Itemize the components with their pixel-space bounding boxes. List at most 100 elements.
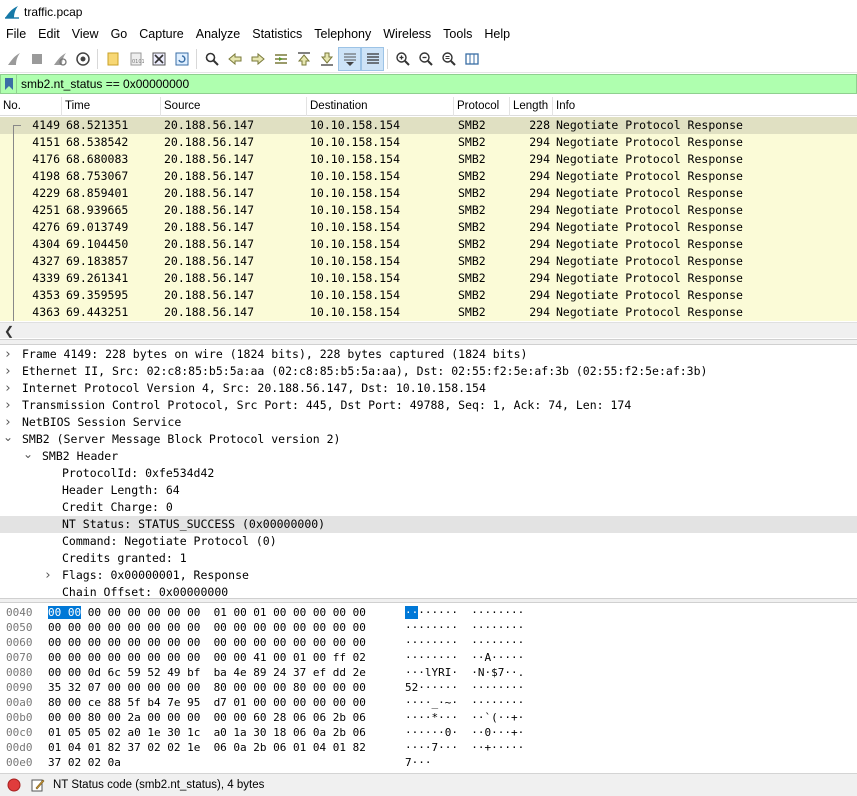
detail-tree-item[interactable]: › Frame 4149: 228 bytes on wire (1824 bit… [0, 346, 857, 363]
packet-row[interactable]: 4276 69.013749 20.188.56.147 10.10.158.154 S… [0, 219, 857, 236]
open-file-button[interactable] [101, 47, 124, 71]
packet-row[interactable]: 4176 68.680083 20.188.56.147 10.10.158.154 S… [0, 151, 857, 168]
display-filter-input[interactable]: smb2.nt_status == 0x00000000 [17, 77, 189, 91]
packet-row[interactable]: 4327 69.183857 20.188.56.147 10.10.158.154 S… [0, 253, 857, 270]
menu-statistics[interactable]: Statistics [246, 24, 308, 45]
column-header-length[interactable]: Length [510, 97, 553, 116]
detail-tree-item[interactable]: ⌄ SMB2 (Server Message Block Protocol ver… [0, 431, 857, 448]
chevron-right-icon[interactable]: › [2, 380, 14, 397]
chevron-down-icon[interactable]: ⌄ [2, 431, 14, 443]
go-back-button[interactable] [223, 47, 246, 71]
packet-row[interactable]: 4304 69.104450 20.188.56.147 10.10.158.154 S… [0, 236, 857, 253]
chevron-right-icon[interactable]: › [2, 346, 14, 363]
packet-row[interactable]: 4353 69.359595 20.188.56.147 10.10.158.154 S… [0, 287, 857, 304]
detail-tree-item[interactable]: › Ethernet II, Src: 02:c8:85:b5:5a:aa (02… [0, 363, 857, 380]
detail-tree-item[interactable]: › Internet Protocol Version 4, Src: 20.18… [0, 380, 857, 397]
packet-length: 294 [529, 237, 550, 251]
detail-tree-item[interactable]: Header Length: 64 [0, 482, 857, 499]
detail-tree-item[interactable]: NT Status: STATUS_SUCCESS (0x00000000) [0, 516, 857, 533]
detail-tree-item[interactable]: Credits granted: 1 [0, 550, 857, 567]
bytes-row[interactable]: 0060 00 00 00 00 00 00 00 00 00 00 00 00 … [0, 635, 857, 650]
detail-tree-item[interactable]: › Flags: 0x00000001, Response [0, 567, 857, 584]
restart-capture-button[interactable] [48, 47, 71, 71]
status-text: NT Status code (smb2.nt_status), 4 bytes [53, 779, 265, 791]
capture-comment-icon[interactable] [31, 778, 45, 792]
bytes-row[interactable]: 00b0 00 00 80 00 2a 00 00 00 00 00 60 28 … [0, 710, 857, 725]
start-capture-button[interactable] [2, 47, 25, 71]
detail-tree-item[interactable]: Command: Negotiate Protocol (0) [0, 533, 857, 550]
detail-tree-item[interactable]: ⌄ SMB2 Header [0, 448, 857, 465]
menu-analyze[interactable]: Analyze [190, 24, 246, 45]
bytes-row[interactable]: 00a0 80 00 ce 88 5f b4 7e 95 d7 01 00 00 … [0, 695, 857, 710]
menu-edit[interactable]: Edit [32, 24, 66, 45]
bytes-row[interactable]: 00d0 01 04 01 82 37 02 02 1e 06 0a 2b 06 … [0, 740, 857, 755]
packet-info: Negotiate Protocol Response [556, 118, 743, 132]
scroll-left-icon[interactable]: ❮ [4, 324, 14, 338]
detail-tree-item[interactable]: › Transmission Control Protocol, Src Port… [0, 397, 857, 414]
resize-columns-button[interactable] [460, 47, 483, 71]
packet-list-hscrollbar[interactable]: ❮ [0, 322, 857, 338]
menu-capture[interactable]: Capture [133, 24, 189, 45]
first-packet-button[interactable] [292, 47, 315, 71]
bytes-row[interactable]: 0080 00 00 0d 6c 59 52 49 bf ba 4e 89 24 … [0, 665, 857, 680]
detail-tree-item[interactable]: Chain Offset: 0x00000000 [0, 584, 857, 598]
bytes-row[interactable]: 0040 00 00 00 00 00 00 00 00 01 00 01 00 … [0, 605, 857, 620]
packet-row[interactable]: 4363 69.443251 20.188.56.147 10.10.158.154 S… [0, 304, 857, 321]
zoom-in-button[interactable] [391, 47, 414, 71]
detail-tree-item[interactable]: › NetBIOS Session Service [0, 414, 857, 431]
column-header-destination[interactable]: Destination [307, 97, 454, 116]
packet-row[interactable]: 4198 68.753067 20.188.56.147 10.10.158.154 S… [0, 168, 857, 185]
bytes-row[interactable]: 0050 00 00 00 00 00 00 00 00 00 00 00 00 … [0, 620, 857, 635]
menu-file[interactable]: File [0, 24, 32, 45]
detail-text: Credits granted: 1 [62, 551, 187, 565]
last-packet-button[interactable] [315, 47, 338, 71]
packet-row[interactable]: 4149 68.521351 20.188.56.147 10.10.158.154 S… [0, 117, 857, 134]
menu-help[interactable]: Help [478, 24, 516, 45]
column-header-protocol[interactable]: Protocol [454, 97, 510, 116]
packet-row[interactable]: 4339 69.261341 20.188.56.147 10.10.158.154 S… [0, 270, 857, 287]
menu-view[interactable]: View [66, 24, 105, 45]
menu-telephony[interactable]: Telephony [308, 24, 377, 45]
bytes-offset: 00a0 [6, 696, 33, 709]
column-header-no[interactable]: No. [0, 97, 62, 116]
close-file-button[interactable] [147, 47, 170, 71]
packet-time: 68.521351 [66, 118, 129, 132]
reload-file-button[interactable] [170, 47, 193, 71]
menu-wireless[interactable]: Wireless [377, 24, 437, 45]
column-header-source[interactable]: Source [161, 97, 307, 116]
autoscroll-button[interactable] [338, 46, 361, 71]
capture-options-button[interactable] [71, 47, 94, 71]
bytes-hex-values: 00 00 00 00 00 00 00 00 00 00 41 00 01 0… [48, 651, 366, 664]
packet-info: Negotiate Protocol Response [556, 169, 743, 183]
main-toolbar: 0101 [0, 45, 857, 73]
save-file-button[interactable]: 0101 [124, 47, 147, 71]
chevron-right-icon[interactable]: › [2, 414, 14, 431]
bytes-row[interactable]: 0090 35 32 07 00 00 00 00 00 80 00 00 00 … [0, 680, 857, 695]
normal-size-button[interactable] [437, 47, 460, 71]
detail-tree-item[interactable]: Credit Charge: 0 [0, 499, 857, 516]
packet-row[interactable]: 4251 68.939665 20.188.56.147 10.10.158.154 S… [0, 202, 857, 219]
expert-info-red-icon[interactable] [7, 778, 21, 792]
chevron-down-icon[interactable]: ⌄ [22, 448, 34, 460]
stop-capture-button[interactable] [25, 47, 48, 71]
menu-go[interactable]: Go [105, 24, 134, 45]
bytes-row[interactable]: 0070 00 00 00 00 00 00 00 00 00 00 41 00 … [0, 650, 857, 665]
chevron-right-icon[interactable]: › [42, 567, 54, 584]
bytes-row[interactable]: 00e0 37 02 02 0a 7··· [0, 755, 857, 770]
bytes-hex: 80 00 ce 88 5f b4 7e 95 d7 01 00 00 00 0… [48, 695, 366, 710]
chevron-right-icon[interactable]: › [2, 397, 14, 414]
zoom-out-button[interactable] [414, 47, 437, 71]
find-packet-button[interactable] [200, 47, 223, 71]
detail-tree-item[interactable]: ProtocolId: 0xfe534d42 [0, 465, 857, 482]
packet-row[interactable]: 4229 68.859401 20.188.56.147 10.10.158.154 S… [0, 185, 857, 202]
column-header-time[interactable]: Time [62, 97, 161, 116]
go-to-packet-button[interactable] [269, 47, 292, 71]
packet-row[interactable]: 4151 68.538542 20.188.56.147 10.10.158.154 S… [0, 134, 857, 151]
colorize-button[interactable] [361, 46, 384, 71]
chevron-right-icon[interactable]: › [2, 363, 14, 380]
menu-tools[interactable]: Tools [437, 24, 478, 45]
go-forward-button[interactable] [246, 47, 269, 71]
filter-bookmark-button[interactable] [1, 75, 17, 93]
bytes-row[interactable]: 00c0 01 05 05 02 a0 1e 30 1c a0 1a 30 18 … [0, 725, 857, 740]
column-header-info[interactable]: Info [553, 97, 857, 116]
